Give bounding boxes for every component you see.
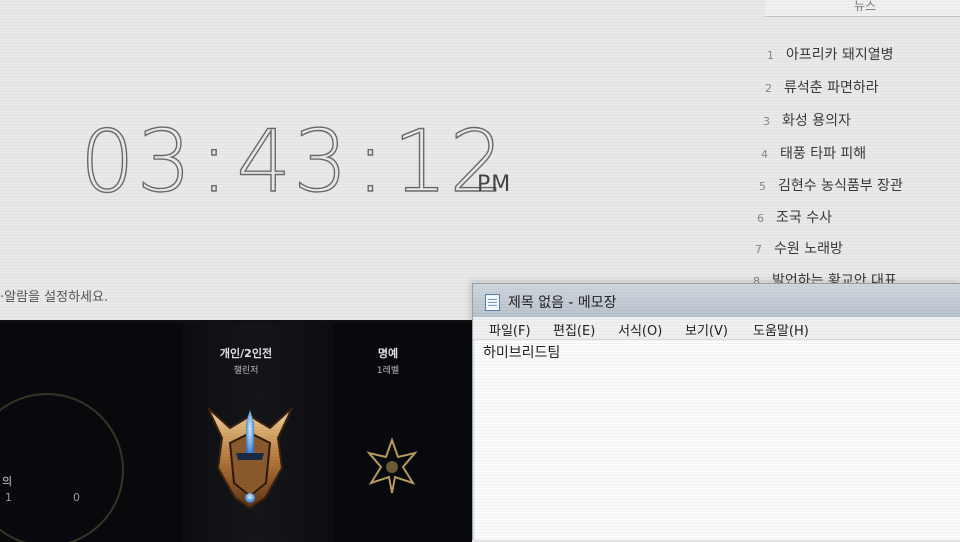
ranked-queue-title: 개인/2인전	[219, 347, 273, 360]
notepad-titlebar[interactable]: 제목 없음 - 메모장	[473, 284, 960, 317]
notepad-app-icon[interactable]	[485, 294, 500, 311]
clock-separator: :	[199, 111, 231, 212]
news-title: 조국 수사	[776, 210, 832, 226]
news-rank: 1	[767, 49, 774, 62]
news-item[interactable]: 4 태풍 타파 피해	[761, 143, 866, 167]
challenger-emblem-icon	[207, 407, 293, 510]
menu-edit[interactable]: 편집(E)	[553, 320, 595, 339]
game-client-window: 개인/2인전 챌린저 명예 1레벨 의 1 0	[0, 320, 472, 542]
news-rank: 2	[765, 82, 772, 95]
news-title: 아프리카 돼지열병	[786, 47, 894, 63]
honor-title: 명예	[377, 347, 399, 360]
news-title: 태풍 타파 피해	[780, 146, 867, 162]
news-header[interactable]: 뉴스	[765, 0, 960, 17]
notepad-title: 제목 없음 - 메모장	[508, 295, 617, 311]
news-item[interactable]: 5 김현수 농식품부 장관	[759, 175, 903, 199]
news-rank: 7	[755, 243, 762, 256]
news-panel: 뉴스 1 아프리카 돼지열병 2 류석춘 파면하라 3 화성 용의자 4 태풍 타파 피…	[740, 0, 960, 300]
clock-separator: :	[355, 111, 387, 212]
news-item[interactable]: 1 아프리카 돼지열병	[767, 44, 894, 68]
news-item[interactable]: 3 화성 용의자	[763, 110, 851, 134]
menu-help[interactable]: 도움말(H)	[753, 320, 809, 339]
notepad-window: 제목 없음 - 메모장 파일(F) 편집(E) 서식(O) 보기(V) 도움말(…	[472, 283, 960, 540]
clock-ampm: PM	[477, 172, 512, 197]
news-title: 화성 용의자	[782, 113, 851, 129]
menu-format[interactable]: 서식(O)	[618, 320, 662, 339]
clock-display: 03 : 43 : 12	[79, 111, 507, 212]
menu-view[interactable]: 보기(V)	[685, 320, 728, 339]
notepad-text-area[interactable]: 하미브리드팀	[475, 340, 960, 540]
notepad-content: 하미브리드팀	[483, 345, 561, 361]
news-item[interactable]: 6 조국 수사	[757, 207, 832, 231]
news-item[interactable]: 2 류석춘 파면하라	[765, 77, 879, 101]
news-item[interactable]: 7 수원 노래방	[755, 238, 843, 262]
left-label: 의	[2, 475, 13, 488]
news-title: 김현수 농식품부 장관	[778, 178, 903, 194]
clock-minutes: 43	[236, 111, 350, 212]
left-number: 1	[5, 491, 12, 504]
news-title: 류석춘 파면하라	[784, 80, 879, 96]
left-number: 0	[73, 491, 80, 504]
clock-seconds: 12	[392, 111, 507, 212]
news-rank: 5	[759, 180, 766, 193]
news-rank: 4	[761, 148, 768, 161]
news-title: 수원 노래방	[774, 241, 843, 257]
notepad-menubar: 파일(F) 편집(E) 서식(O) 보기(V) 도움말(H)	[473, 317, 960, 340]
menu-file[interactable]: 파일(F)	[489, 320, 531, 339]
ranked-tier: 챌린저	[233, 366, 259, 376]
honor-level: 1레벨	[376, 366, 400, 376]
clock-hours: 03	[79, 111, 194, 212]
news-rank: 6	[757, 212, 764, 225]
alarm-hint-link[interactable]: ·알람을 설정하세요.	[0, 286, 108, 305]
decorative-ring	[0, 393, 124, 542]
news-rank: 3	[763, 115, 770, 128]
honor-emblem-icon	[366, 436, 418, 494]
